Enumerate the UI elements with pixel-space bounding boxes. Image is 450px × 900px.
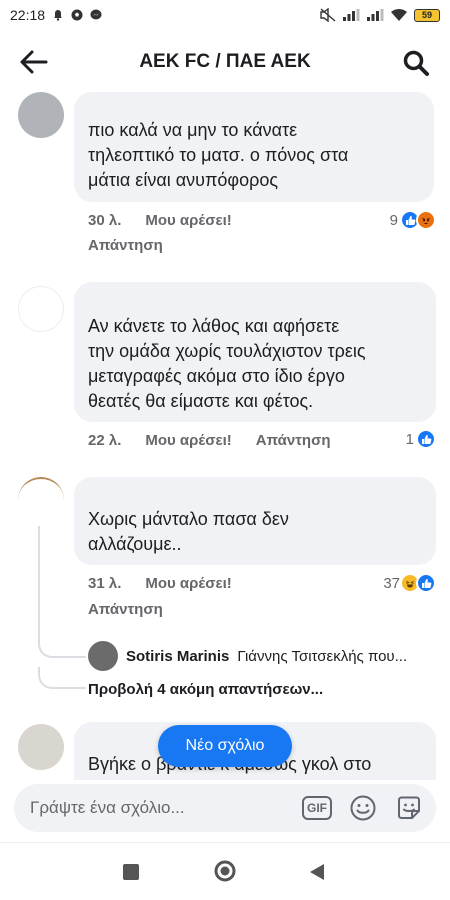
like-button[interactable]: Μου αρέσει!: [145, 432, 231, 449]
view-more-replies-link[interactable]: Προβολή 4 ακόμη απαντήσεων...: [88, 681, 323, 698]
comment-text-line: Αν κάνετε το λάθος και αφήσετε: [88, 316, 340, 336]
angry-reaction-icon: [416, 210, 436, 230]
comment-actions: 31 λ. Μου αρέσει!: [88, 575, 232, 592]
battery-indicator: 59: [414, 8, 440, 22]
avatar: [88, 641, 118, 671]
thread-connector: [38, 526, 40, 636]
reaction-count: 37: [383, 574, 400, 592]
comment-text-line: Χωρις μάνταλο πασα δεν: [88, 509, 289, 529]
comments-list: πιο καλά να μην το κάνατε τηλεοπτικό το …: [0, 92, 450, 780]
messenger-icon: [90, 9, 102, 20]
like-reaction-icon: [416, 573, 436, 593]
comment-text-line: αλλάζουμε..: [88, 534, 182, 554]
new-comment-button[interactable]: Νέο σχόλιο: [158, 725, 292, 767]
comment-text-line: θεατές θα είμαστε και φέτος.: [88, 391, 314, 411]
reply-button[interactable]: Απάντηση: [88, 237, 163, 254]
notification-bell-icon: [54, 10, 63, 21]
thread-connector-curve: [38, 636, 86, 658]
comment-text-line: μάτια είναι ανυπόφορος: [88, 170, 279, 190]
reactions-summary[interactable]: 9: [390, 210, 436, 230]
wifi-icon: [391, 9, 407, 21]
page-title: AEK FC / ΠΑΕ ΑΕΚ: [139, 51, 311, 72]
like-reaction-icon: [416, 429, 436, 449]
reaction-count: 9: [389, 211, 398, 229]
system-nav-bar: [0, 842, 450, 900]
mute-icon: [320, 8, 336, 22]
reactions-summary[interactable]: 37: [383, 573, 436, 593]
comment-text-line: τηλεοπτικό το ματσ. ο πόνος στα: [88, 145, 349, 165]
comment-actions: 22 λ. Μου αρέσει! Απάντηση: [88, 432, 331, 449]
search-icon[interactable]: [402, 49, 430, 77]
like-button[interactable]: Μου αρέσει!: [145, 575, 231, 592]
composer-box: GIF: [14, 784, 436, 832]
comment-bubble[interactable]: Αν κάνετε το λάθος και αφήσετε την ομάδα…: [74, 282, 436, 422]
avatar[interactable]: [18, 286, 64, 332]
comment-text-line: πιο καλά να μην το κάνατε: [88, 120, 298, 140]
comment-text-line: μεταγραφές ακόμα στο ίδιο έργο: [88, 366, 345, 386]
avatar[interactable]: [18, 724, 64, 770]
comment-time: 31 λ.: [88, 575, 122, 592]
top-app-bar: AEK FC / ΠΑΕ ΑΕΚ: [0, 30, 450, 92]
like-button[interactable]: Μου αρέσει!: [145, 212, 231, 229]
reply-preview[interactable]: Sotiris Marinis Γιάννης Τσιτσεκλής που..…: [88, 641, 438, 671]
thread-connector-curve: [38, 667, 86, 689]
emoji-icon[interactable]: [348, 793, 378, 823]
sticker-icon[interactable]: [394, 793, 424, 823]
back-nav-icon[interactable]: [308, 863, 326, 881]
comment-time: 22 λ.: [88, 432, 122, 449]
comment-time: 30 λ.: [88, 212, 122, 229]
reply-button[interactable]: Απάντηση: [88, 601, 163, 618]
avatar[interactable]: [18, 477, 64, 523]
reaction-count: 1: [405, 430, 414, 448]
signal-icon-2: [367, 9, 384, 21]
reply-text: Γιάννης Τσιτσεκλής που...: [237, 647, 408, 665]
reactions-summary[interactable]: 1: [406, 429, 436, 449]
gif-label: GIF: [302, 796, 332, 820]
avatar[interactable]: [18, 92, 64, 138]
comment-bubble[interactable]: πιο καλά να μην το κάνατε τηλεοπτικό το …: [74, 92, 434, 202]
status-bar: 22:18 59: [0, 0, 450, 30]
gif-icon[interactable]: GIF: [302, 793, 332, 823]
reply-author: Sotiris Marinis: [126, 647, 230, 665]
recents-icon[interactable]: [122, 863, 140, 881]
home-icon[interactable]: [214, 860, 236, 882]
comment-input[interactable]: [30, 798, 286, 818]
football-icon: [71, 9, 83, 21]
comment-text-line: την ομάδα χωρίς τουλάχιστον τρεις: [88, 341, 366, 361]
comment-composer: GIF: [0, 780, 450, 836]
signal-icon: [343, 9, 360, 21]
reply-button[interactable]: Απάντηση: [256, 432, 331, 449]
comment-bubble[interactable]: Χωρις μάνταλο πασα δεν αλλάζουμε..: [74, 477, 436, 565]
comment-actions: 30 λ. Μου αρέσει!: [88, 212, 232, 229]
status-time: 22:18: [10, 7, 46, 23]
